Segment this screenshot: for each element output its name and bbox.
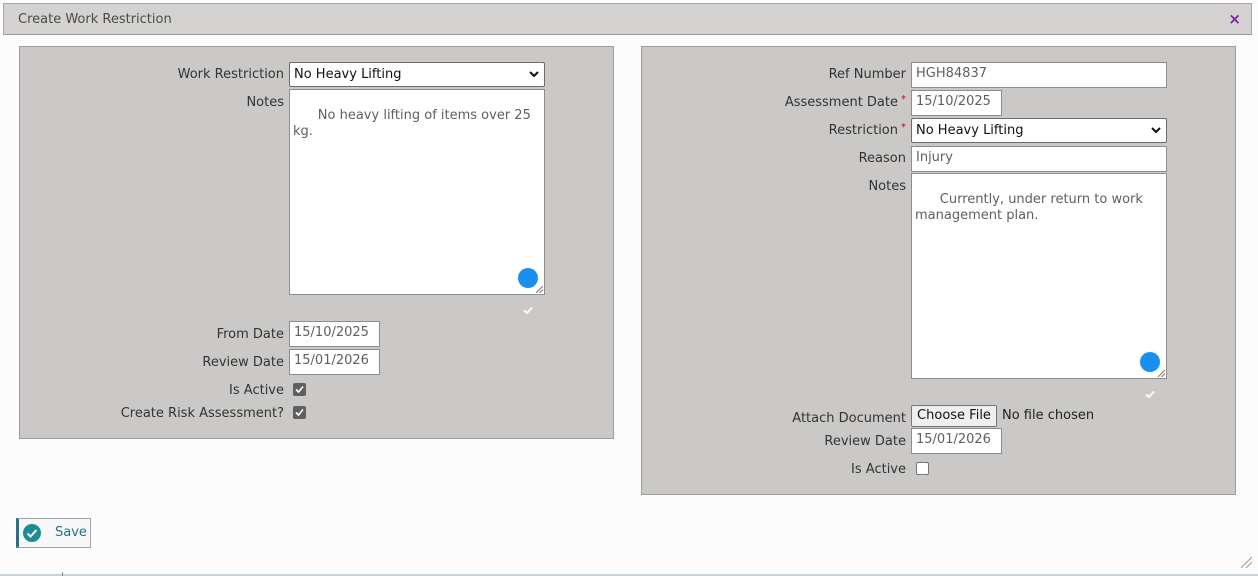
notes-label: Notes	[868, 179, 906, 194]
is-active-label: Is Active	[851, 462, 906, 477]
resize-grip-icon[interactable]	[1240, 556, 1252, 568]
review-date-input[interactable]: 15/01/2026	[289, 349, 380, 375]
file-status-text: No file chosen	[1002, 408, 1095, 423]
dialog-titlebar[interactable]: Create Work Restriction ×	[3, 3, 1252, 35]
work-restriction-selected: No Heavy Lifting	[294, 67, 402, 82]
from-date-label: From Date	[216, 327, 284, 342]
is-active-label: Is Active	[229, 383, 284, 398]
notes-label: Notes	[246, 95, 284, 110]
chevron-down-icon	[1151, 127, 1161, 134]
create-work-restriction-dialog: Create Work Restriction × Work Restricti…	[0, 0, 1258, 576]
assessment-date-label: Assessment Date *	[784, 94, 906, 110]
notes-text: Currently, under return to work manageme…	[915, 192, 1143, 223]
save-check-icon	[23, 524, 41, 542]
notes-text: No heavy lifting of items over 25 kg.	[293, 108, 535, 139]
attach-document-label: Attach Document	[792, 411, 906, 426]
checkmark-icon	[295, 385, 304, 394]
notes-textarea[interactable]: No heavy lifting of items over 25 kg.	[289, 89, 545, 315]
required-marker: *	[901, 122, 906, 133]
resize-grip-icon[interactable]	[535, 285, 543, 293]
is-active-checkbox[interactable]	[293, 383, 306, 396]
divider	[62, 572, 63, 576]
work-restriction-select[interactable]: No Heavy Lifting	[289, 62, 545, 87]
required-marker: *	[901, 94, 906, 105]
is-active-checkbox[interactable]	[916, 462, 929, 475]
review-date-input[interactable]: 15/01/2026	[911, 428, 1002, 454]
reason-input[interactable]: Injury	[911, 146, 1167, 172]
choose-file-button[interactable]: Choose File	[911, 405, 997, 427]
review-date-label: Review Date	[824, 434, 906, 449]
reason-label: Reason	[858, 151, 906, 166]
dialog-title: Create Work Restriction	[18, 12, 172, 27]
restriction-select[interactable]: No Heavy Lifting	[911, 118, 1167, 143]
ref-number-label: Ref Number	[828, 67, 906, 82]
work-restriction-panel: Work Restriction No Heavy Lifting Notes …	[19, 46, 614, 439]
restriction-selected: No Heavy Lifting	[916, 123, 1024, 138]
assessment-date-input[interactable]: 15/10/2025	[911, 90, 1002, 116]
save-button[interactable]: Save	[16, 518, 91, 548]
ref-number-input[interactable]: HGH84837	[911, 62, 1167, 88]
notes-textarea[interactable]: Currently, under return to work manageme…	[911, 173, 1167, 399]
create-risk-assessment-label: Create Risk Assessment?	[120, 406, 284, 421]
resize-grip-icon[interactable]	[1157, 369, 1165, 377]
risk-assessment-panel: Ref Number HGH84837 Assessment Date * 15/…	[641, 46, 1236, 495]
chevron-down-icon	[529, 71, 539, 78]
checkmark-icon	[295, 408, 304, 417]
close-icon[interactable]: ×	[1228, 10, 1241, 28]
review-date-label: Review Date	[202, 355, 284, 370]
save-label: Save	[55, 525, 87, 540]
create-risk-assessment-checkbox[interactable]	[293, 406, 306, 419]
from-date-input[interactable]: 15/10/2025	[289, 321, 380, 347]
restriction-label: Restriction *	[828, 122, 906, 138]
work-restriction-label: Work Restriction	[177, 67, 284, 82]
